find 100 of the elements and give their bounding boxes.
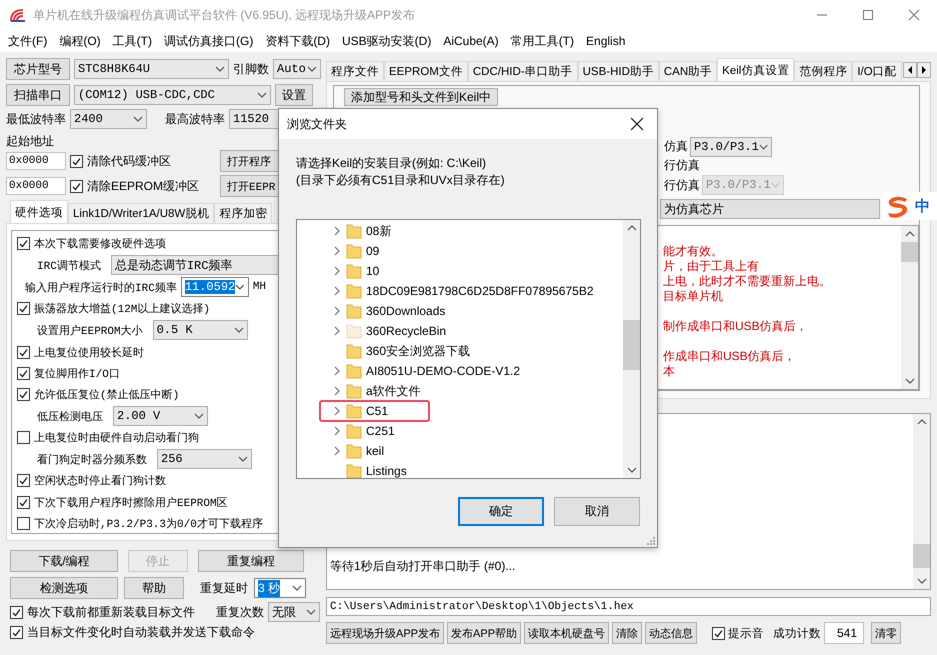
address-field[interactable]: 0x0000 — [6, 177, 66, 195]
toolbar-button[interactable]: 动态信息 — [645, 622, 698, 644]
action-button[interactable]: 下载/编程 — [10, 550, 118, 572]
folder-name[interactable]: keil — [366, 444, 384, 458]
menu-item[interactable]: USB驱动安装(D) — [336, 32, 438, 50]
checkbox[interactable] — [17, 302, 30, 316]
dropdown[interactable]: (COM12) USB-CDC,CDC — [74, 85, 271, 105]
checkbox[interactable] — [10, 626, 23, 639]
dropdown[interactable]: STC8H8K64U — [74, 59, 229, 79]
label: 重复次数 — [216, 604, 264, 620]
checkbox-label: 空闲状态时停止看门狗计数 — [34, 474, 166, 488]
ok-button[interactable]: 确定 — [458, 497, 544, 526]
tab[interactable]: I/O口配 — [852, 61, 902, 81]
tab[interactable]: 硬件选项 — [10, 200, 68, 223]
folder-name[interactable]: 10 — [366, 264, 380, 278]
checkbox[interactable] — [10, 606, 23, 618]
folder-name[interactable]: a软件文件 — [366, 382, 421, 400]
checkbox[interactable] — [17, 516, 30, 530]
scrollbar[interactable] — [913, 414, 930, 589]
scroll-right-button[interactable] — [917, 62, 931, 78]
label: 最高波特率 — [165, 110, 225, 128]
checkbox[interactable] — [17, 346, 30, 359]
scrollbar-thumb[interactable] — [623, 320, 640, 370]
count-field[interactable]: 541 — [824, 622, 864, 644]
folder-name[interactable]: 360RecycleBin — [366, 324, 446, 338]
checkbox-label: 本次下载需要修改硬件选项 — [34, 237, 166, 252]
toolbar-button[interactable]: 发布APP帮助 — [447, 622, 522, 644]
checkbox[interactable] — [17, 496, 30, 509]
address-field[interactable]: 0x0000 — [6, 152, 66, 170]
scrollbar-thumb[interactable] — [913, 544, 930, 568]
checkbox[interactable] — [70, 180, 83, 192]
toolbar-button[interactable]: 清除 — [612, 622, 642, 644]
scan-port-button[interactable]: 扫描串口 — [6, 84, 70, 106]
checkbox[interactable] — [70, 154, 83, 168]
maximize-icon — [862, 9, 874, 21]
folder-name[interactable]: Listings — [366, 464, 407, 478]
tab[interactable]: Keil仿真设置 — [717, 58, 794, 81]
dropdown[interactable]: 256 — [157, 449, 252, 470]
scroll-left-button[interactable] — [903, 62, 917, 78]
toolbar-button[interactable]: 读取本机硬盘号 — [524, 622, 610, 644]
scrollbar-thumb[interactable] — [901, 242, 918, 262]
tab[interactable]: 范例程序 — [794, 61, 852, 81]
tab[interactable]: EEPROM文件 — [384, 61, 468, 81]
tab[interactable]: USB-HID助手 — [578, 61, 659, 81]
folder-name[interactable]: 09 — [366, 244, 380, 258]
checkbox[interactable] — [17, 366, 30, 380]
dropdown[interactable]: 0.5 K — [152, 320, 248, 340]
folder-name[interactable]: 360安全浏览器下载 — [366, 342, 470, 360]
action-button[interactable]: 检测选项 — [10, 577, 118, 599]
dropdown[interactable]: Auto — [273, 59, 321, 79]
settings-button[interactable]: 设置 — [275, 84, 313, 106]
folder-name[interactable]: 360Downloads — [366, 304, 446, 318]
folder-name[interactable]: AI8051U-DEMO-CODE-V1.2 — [366, 364, 520, 378]
tab[interactable]: CAN助手 — [658, 61, 718, 81]
add-to-keil-button[interactable]: 添加型号和头文件到Keil中 — [344, 88, 498, 106]
checkbox-label: 每次下载前都重新装载目标文件 — [27, 604, 196, 620]
folder-name[interactable]: C251 — [366, 424, 395, 438]
folder-name[interactable]: C51 — [366, 404, 388, 418]
folder-name[interactable]: 08新 — [366, 222, 392, 240]
cancel-button[interactable]: 取消 — [554, 497, 640, 526]
checkbox[interactable] — [17, 431, 30, 444]
checkbox[interactable] — [17, 388, 30, 401]
dropdown[interactable]: P3.0/P3.1 — [690, 136, 772, 157]
menu-item[interactable]: 调试仿真接口(G) — [158, 32, 260, 50]
folder-tree[interactable]: 08新 09 10 18DC09E981798C6D25D8FF07895675B2 360Downloads 360RecycleBin 360安全浏览器下载 AI8051U-DEMO-CODE-V1.2 a软件文件 C51 C251 keil Listings — [296, 219, 641, 479]
action-button[interactable]: 帮助 — [124, 577, 184, 599]
chevron-icon — [626, 223, 636, 233]
checkbox[interactable] — [17, 474, 30, 488]
checkbox[interactable] — [712, 626, 726, 640]
chevron-icon — [916, 417, 926, 427]
dropdown[interactable]: 3 秒 — [254, 578, 306, 598]
ime-indicator[interactable]: 中 — [882, 192, 937, 220]
label: 成功计数 — [773, 626, 822, 640]
menu-item[interactable]: AiCube(A) — [437, 34, 505, 48]
action-button[interactable]: 重复编程 — [198, 550, 304, 572]
scrollbar[interactable] — [623, 220, 640, 478]
menu-item[interactable]: 工具(T) — [106, 32, 158, 50]
tab[interactable]: 程序文件 — [326, 61, 384, 81]
dropdown[interactable]: 2400 — [70, 109, 147, 129]
chip-type-button[interactable]: 芯片型号 — [6, 58, 70, 80]
menu-item[interactable]: 编程(O) — [53, 32, 107, 50]
folder-name[interactable]: 18DC09E981798C6D25D8FF07895675B2 — [366, 284, 594, 298]
menu-item[interactable]: 文件(F) — [2, 32, 54, 50]
reset-button[interactable]: 清零 — [871, 622, 902, 644]
set-chip-button[interactable]: 为仿真芯片 — [660, 199, 880, 219]
menu-item[interactable]: 常用工具(T) — [504, 32, 580, 50]
dropdown[interactable]: 2.00 V — [113, 406, 208, 426]
menu-item[interactable]: English — [580, 34, 632, 48]
tab[interactable]: CDC/HID-串口助手 — [468, 61, 578, 81]
menu-item[interactable]: 资料下载(D) — [259, 32, 336, 50]
tab[interactable]: Link1D/Writer1A/U8W脱机 — [68, 203, 214, 223]
dropdown[interactable]: 11.0592 — [180, 277, 249, 298]
tab[interactable]: 程序加密 — [214, 203, 272, 223]
dropdown[interactable]: 无限 — [268, 602, 320, 622]
checkbox[interactable] — [17, 237, 30, 250]
unit-label: MH — [252, 281, 266, 294]
file-path-field[interactable]: C:\Users\Administrator\Desktop\1\Objects\1.hex — [326, 597, 931, 616]
note-text: 能才有效。 — [663, 244, 723, 259]
toolbar-button[interactable]: 远程现场升级APP发布 — [326, 622, 444, 644]
scrollbar[interactable] — [901, 226, 918, 389]
